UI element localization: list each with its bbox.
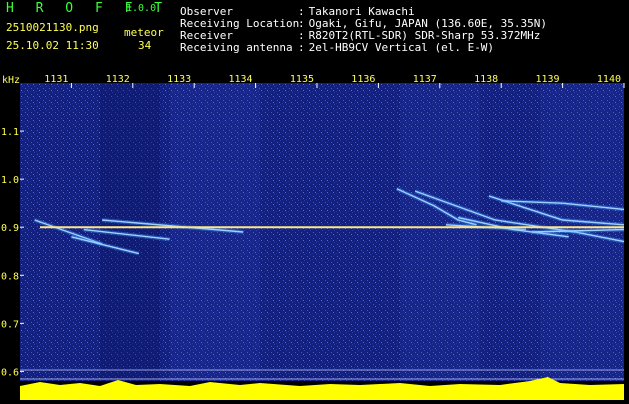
x-tick-label: 1133	[167, 74, 191, 85]
y-tick-label: 0.6	[1, 367, 19, 378]
spectrogram-chart: kHz 1131 1132 1133 1134 1135 1136 1137 1138 1139…	[1, 74, 625, 400]
app-version: 1.0.0	[126, 3, 157, 14]
x-tick-label: 1135	[290, 74, 314, 85]
x-tick-label: 1132	[106, 74, 130, 85]
y-tick-label: 0.9	[1, 223, 19, 234]
info-label: Receiving antenna	[180, 41, 293, 54]
x-tick-label: 1136	[351, 74, 375, 85]
spectrogram-area: kHz 1131 1132 1133 1134 1135 1136 1137 1138 1139…	[0, 74, 629, 400]
x-tick-label: 1140	[597, 74, 621, 85]
info-row-antenna: Receiving antenna:2el-HB9CV Vertical (el…	[180, 41, 495, 54]
meteor-label: meteor	[124, 26, 164, 39]
header: H R O F F T 1.0.0 2510021130.png meteor …	[0, 0, 629, 74]
x-tick-label: 1134	[229, 74, 253, 85]
y-tick-label: 0.8	[1, 271, 19, 282]
y-axis-label: kHz	[2, 75, 20, 86]
y-tick-label: 1.1	[1, 127, 19, 138]
x-tick-label: 1137	[413, 74, 437, 85]
x-tick-label: 1138	[474, 74, 498, 85]
y-tick-label: 1.0	[1, 175, 19, 186]
x-tick-label: 1139	[536, 74, 560, 85]
file-name: 2510021130.png	[6, 21, 99, 34]
noise-band	[400, 83, 480, 381]
x-tick-label: 1131	[44, 74, 68, 85]
noise-band	[170, 83, 260, 381]
y-tick-label: 0.7	[1, 319, 19, 330]
info-value: 2el-HB9CV Vertical (el. E-W)	[308, 41, 495, 54]
date-time: 25.10.02 11:30	[6, 39, 99, 52]
meteor-count: 34	[138, 39, 152, 52]
